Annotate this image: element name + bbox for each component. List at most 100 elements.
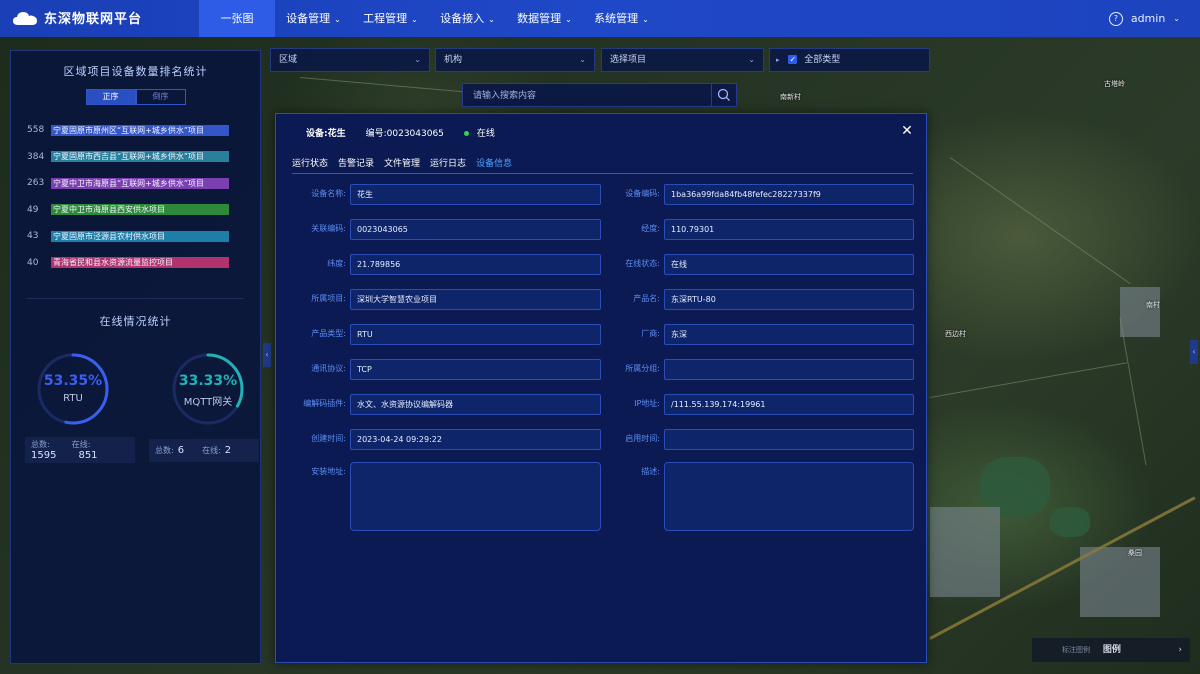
- gauge-percent: 53.35%: [43, 373, 103, 389]
- description-textarea[interactable]: [664, 462, 914, 531]
- search-input[interactable]: [463, 84, 723, 108]
- sort-asc-button[interactable]: 正序: [85, 89, 136, 105]
- tab-run-status[interactable]: 运行状态: [292, 156, 328, 174]
- field-value[interactable]: 东深: [664, 324, 914, 345]
- nav-item-map[interactable]: 一张图: [199, 0, 275, 37]
- region-select[interactable]: 区域 ⌄: [270, 48, 430, 72]
- project-select[interactable]: 选择项目 ⌄: [601, 48, 764, 72]
- map-legend[interactable]: 标注图例 图例 ›: [1032, 638, 1190, 662]
- rtu-counts: 总数: 在线: 1595 851: [25, 437, 135, 463]
- field-label: 产品类型:: [311, 329, 346, 338]
- rank-row[interactable]: 558 宁夏固原市原州区“互联网+城乡供水”项目: [11, 117, 260, 144]
- field-value[interactable]: /111.55.139.174:19961: [664, 394, 914, 415]
- gauges: 53.35% RTU 33.33% MQTT网关 总数: 在线: 1595 851 …: [11, 329, 260, 469]
- nav-item-device-access[interactable]: 设备接入 ⌄: [429, 0, 506, 37]
- search-icon: [717, 88, 730, 101]
- field-label: 编解码插件:: [303, 399, 346, 408]
- tab-alarm-records[interactable]: 告警记录: [338, 156, 374, 174]
- tab-file-mgmt[interactable]: 文件管理: [384, 156, 420, 174]
- total-label: 总数:: [155, 446, 174, 455]
- field-value[interactable]: RTU: [350, 324, 601, 345]
- field-value[interactable]: 21.789856: [350, 254, 601, 275]
- field-value[interactable]: 1ba36a99fda84fb48fefec28227337f9: [664, 184, 914, 205]
- rank-count: 263: [27, 178, 45, 189]
- field-label: 纬度:: [327, 259, 346, 268]
- total-value: 1595: [31, 450, 57, 461]
- nav-item-project-mgmt[interactable]: 工程管理 ⌄: [352, 0, 429, 37]
- status-text: 在线: [476, 129, 495, 139]
- search-button[interactable]: [711, 84, 736, 106]
- install-address-textarea[interactable]: [350, 462, 601, 531]
- field-label: 设备名称:: [311, 189, 346, 198]
- field-label: 产品名:: [633, 294, 660, 303]
- chevron-down-icon: ⌄: [334, 15, 341, 24]
- rank-row[interactable]: 263 宁夏中卫市海原县“互联网+城乡供水”项目: [11, 170, 260, 197]
- field-value[interactable]: 在线: [664, 254, 914, 275]
- map-road: [929, 362, 1128, 398]
- type-filter[interactable]: ▸ ✓ 全部类型: [769, 48, 930, 72]
- gauge-label: MQTT网关: [183, 397, 233, 408]
- field-value[interactable]: 花生: [350, 184, 601, 205]
- all-types-checkbox[interactable]: ✓: [788, 55, 798, 64]
- chevron-down-icon: ⌄: [488, 15, 495, 24]
- map-buildings: [1120, 287, 1160, 337]
- chevron-down-icon: ⌄: [579, 55, 586, 64]
- map-label: 南新村: [780, 93, 801, 101]
- map-label: 南村: [1146, 301, 1160, 309]
- map-road: [949, 157, 1131, 285]
- field-label: 设备编码:: [625, 189, 660, 198]
- map-label: 西边村: [945, 330, 966, 338]
- field-value[interactable]: 深圳大学智慧农业项目: [350, 289, 601, 310]
- field-value[interactable]: [664, 359, 914, 380]
- chevron-down-icon: ⌄: [411, 15, 418, 24]
- rank-row[interactable]: 384 宁夏固原市西吉县“互联网+城乡供水”项目: [11, 144, 260, 171]
- nav-item-system-mgmt[interactable]: 系统管理 ⌄: [583, 0, 660, 37]
- field-value[interactable]: TCP: [350, 359, 601, 380]
- chevron-down-icon: ⌄: [748, 55, 755, 64]
- app-title: 东深物联网平台: [44, 12, 143, 27]
- field-value[interactable]: 2023-04-24 09:29:22: [350, 429, 601, 450]
- user-name[interactable]: admin: [1131, 12, 1165, 25]
- top-header: 东深物联网平台 一张图 设备管理 ⌄ 工程管理 ⌄ 设备接入 ⌄ 数据管理 ⌄ 系统管理…: [0, 0, 1200, 37]
- field-value[interactable]: 水文、水资源协议编解码器: [350, 394, 601, 415]
- tab-device-info[interactable]: 设备信息: [476, 156, 512, 174]
- field-value[interactable]: 东深RTU-80: [664, 289, 914, 310]
- logo[interactable]: 东深物联网平台: [12, 8, 142, 27]
- chevron-down-icon: ⌄: [414, 55, 421, 64]
- chevron-down-icon[interactable]: ⌄: [1173, 14, 1180, 23]
- rank-project-name: 宁夏固原市西吉县“互联网+城乡供水”项目: [51, 151, 229, 163]
- collapse-left-button[interactable]: ‹: [263, 343, 271, 367]
- online-value: 2: [224, 445, 232, 456]
- help-icon[interactable]: ?: [1108, 11, 1123, 26]
- close-icon[interactable]: ✕: [900, 124, 914, 138]
- divider: [27, 298, 244, 299]
- rank-row[interactable]: 40 青海省民和县水资源流量监控项目: [11, 250, 260, 277]
- sort-desc-button[interactable]: 倒序: [135, 89, 186, 105]
- rank-project-name: 青海省民和县水资源流量监控项目: [51, 257, 229, 269]
- org-select[interactable]: 机构 ⌄: [435, 48, 595, 72]
- collapse-right-button[interactable]: ‹: [1190, 340, 1198, 364]
- rank-title: 区域项目设备数量排名统计: [63, 65, 208, 78]
- field-value[interactable]: 110.79301: [664, 219, 914, 240]
- field-label: 启用时间:: [625, 434, 660, 443]
- sort-toggle: 正序 倒序: [11, 89, 260, 105]
- modal-tabs: 运行状态 告警记录 文件管理 运行日志 设备信息: [292, 156, 512, 174]
- rank-row[interactable]: 43 宁夏固原市泾源县农村供水项目: [11, 223, 260, 250]
- online-label: 在线:: [202, 446, 221, 455]
- tab-run-log[interactable]: 运行日志: [430, 156, 466, 174]
- nav-label: 数据管理: [517, 12, 562, 25]
- field-value[interactable]: 0023043065: [350, 219, 601, 240]
- field-label: 所属项目:: [311, 294, 346, 303]
- nav-item-data-mgmt[interactable]: 数据管理 ⌄: [506, 0, 583, 37]
- map-label: 古塔岭: [1104, 80, 1125, 88]
- field-label: IP地址:: [634, 399, 660, 408]
- all-types-label: 全部类型: [804, 55, 841, 65]
- rank-row[interactable]: 49 宁夏中卫市海原县西安供水项目: [11, 197, 260, 224]
- nav-label: 系统管理: [594, 12, 639, 25]
- nav-item-device-mgmt[interactable]: 设备管理 ⌄: [275, 0, 352, 37]
- rtu-gauge: 53.35% RTU: [35, 351, 111, 427]
- left-stats-panel: 区域项目设备数量排名统计 正序 倒序 558 宁夏固原市原州区“互联网+城乡供水”…: [10, 50, 261, 664]
- caret-right-icon[interactable]: ▸: [776, 56, 780, 64]
- region-select-value: 区域: [279, 55, 298, 65]
- field-value[interactable]: [664, 429, 914, 450]
